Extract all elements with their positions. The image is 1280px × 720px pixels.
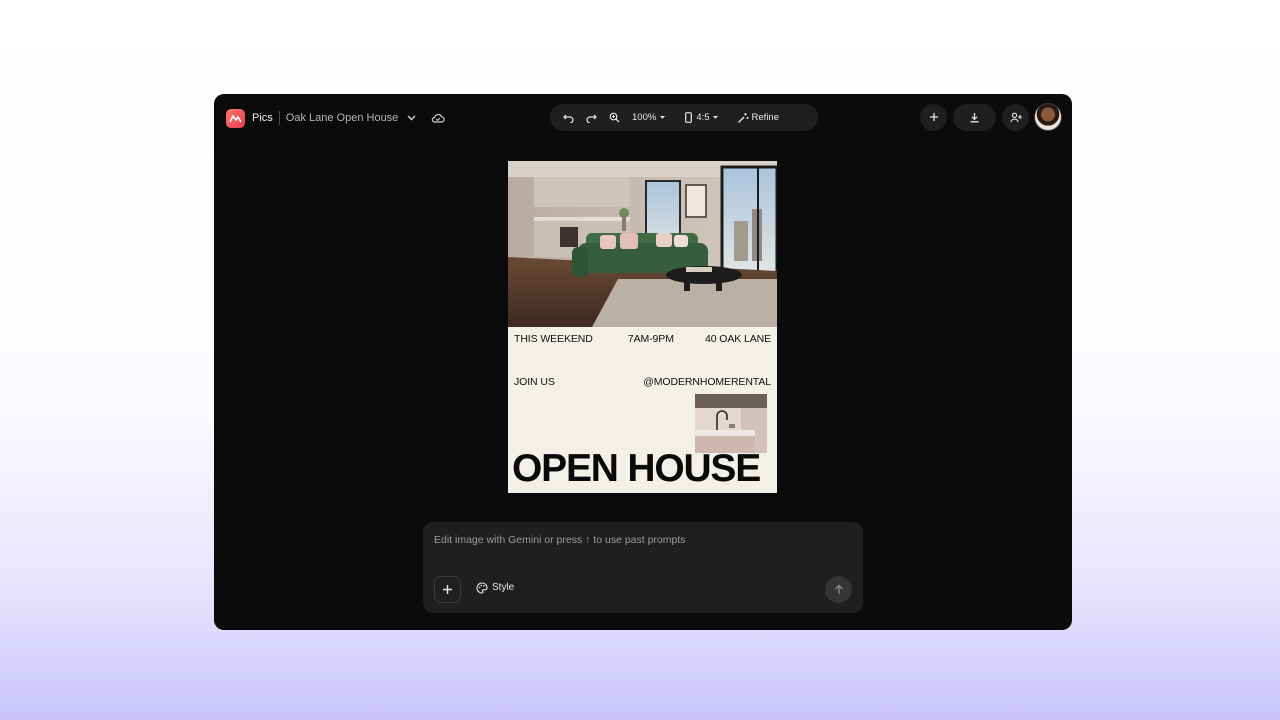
pics-logo-icon[interactable] <box>226 108 245 128</box>
aspect-ratio-value: 4:5 <box>696 112 710 123</box>
add-person-icon <box>1009 112 1022 122</box>
plus-icon <box>929 113 938 121</box>
top-bar: Pics Oak Lane Open House 100% 4:5 Refine <box>214 94 1072 142</box>
download-icon <box>970 112 979 122</box>
social-handle: @MODERNHOMERENTAL <box>643 376 771 388</box>
poster-headline: OPEN HOUSE <box>512 447 761 490</box>
canvas-toolbar: 100% 4:5 Refine <box>550 104 818 131</box>
redo-icon[interactable] <box>582 109 600 127</box>
zoom-level: 100% <box>632 112 657 123</box>
zoom-dropdown[interactable]: 100% <box>632 109 668 127</box>
send-button[interactable] <box>825 576 852 603</box>
event-details-row: THIS WEEKEND 7AM-9PM 40 OAK LANE <box>514 333 771 345</box>
refine-button[interactable]: Refine <box>736 109 779 127</box>
event-address: 40 OAK LANE <box>704 333 771 345</box>
event-time: 7AM-9PM <box>627 333 674 345</box>
invite-text: JOIN US <box>514 376 555 388</box>
style-button[interactable]: Style <box>475 581 514 594</box>
prompt-input[interactable]: Edit image with Gemini or press ↑ to use… <box>434 534 686 546</box>
chevron-down-icon[interactable] <box>407 115 416 121</box>
divider <box>278 111 280 125</box>
zoom-in-icon[interactable] <box>605 109 623 127</box>
kitchen-thumbnail <box>695 394 767 453</box>
plus-icon <box>443 585 452 594</box>
add-button[interactable] <box>920 103 947 131</box>
prompt-composer[interactable]: Edit image with Gemini or press ↑ to use… <box>423 522 863 613</box>
aspect-ratio-dropdown[interactable]: 4:5 <box>682 109 721 127</box>
app-name: Pics <box>252 112 273 124</box>
living-room-photo <box>508 161 777 327</box>
refine-label: Refine <box>751 112 779 123</box>
cloud-sync-icon[interactable] <box>431 113 445 123</box>
invite-row: JOIN US @MODERNHOMERENTAL <box>514 376 771 388</box>
poster-canvas[interactable]: THIS WEEKEND 7AM-9PM 40 OAK LANE JOIN US… <box>508 161 777 493</box>
add-attachment-button[interactable] <box>434 576 461 603</box>
download-button[interactable] <box>953 103 996 131</box>
document-title[interactable]: Oak Lane Open House <box>286 112 399 124</box>
undo-icon[interactable] <box>559 109 577 127</box>
editor-window: Pics Oak Lane Open House 100% 4:5 Refine… <box>214 94 1072 630</box>
chevron-down-icon <box>656 109 668 127</box>
event-when: THIS WEEKEND <box>514 333 593 345</box>
style-label: Style <box>492 582 515 593</box>
avatar[interactable] <box>1034 103 1062 131</box>
chevron-down-icon <box>710 109 722 127</box>
palette-icon <box>475 581 488 594</box>
header-actions <box>914 103 1062 131</box>
brand-area: Pics Oak Lane Open House <box>226 108 445 128</box>
arrow-up-icon <box>834 584 843 594</box>
share-button[interactable] <box>1002 103 1029 131</box>
magic-wand-icon <box>736 109 750 127</box>
phone-frame-icon <box>682 109 694 127</box>
